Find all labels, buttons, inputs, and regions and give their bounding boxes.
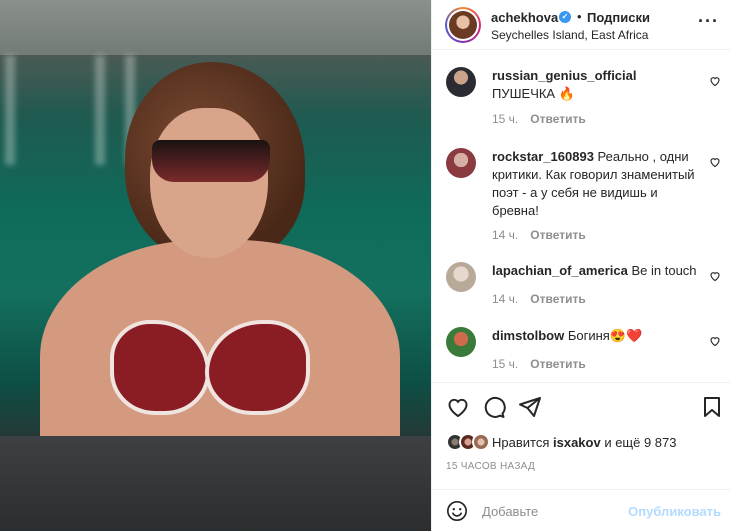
verified-badge-icon: ✓ [559, 11, 571, 23]
comment-text: Be in touch [631, 263, 697, 278]
likes-summary[interactable]: Нравится isxakov и ещё 9 873 [446, 432, 726, 452]
post-header: achekhova ✓ • Подписки Seychelles Island… [432, 0, 730, 50]
commenter-avatar[interactable] [446, 327, 476, 357]
face [150, 108, 268, 258]
reply-button[interactable]: Ответить [530, 228, 585, 242]
following-button[interactable]: Подписки [587, 10, 650, 25]
reply-button[interactable]: Ответить [530, 292, 585, 306]
share-icon[interactable] [518, 395, 542, 419]
post-photo[interactable] [0, 0, 431, 531]
like-comment-icon[interactable] [709, 270, 721, 282]
like-comment-icon[interactable] [709, 75, 721, 87]
publish-button[interactable]: Опубликовать [628, 504, 721, 519]
author-avatar[interactable] [445, 7, 481, 43]
add-comment-bar: Опубликовать [432, 489, 730, 531]
emoji-icon[interactable] [446, 500, 468, 522]
comment-time[interactable]: 15 ч. [492, 112, 518, 126]
sunglasses [152, 140, 270, 182]
liker-avatar [472, 433, 490, 451]
comment-time[interactable]: 15 ч. [492, 357, 518, 371]
like-comment-icon[interactable] [709, 335, 721, 347]
comment-icon[interactable] [482, 395, 506, 419]
comment-time[interactable]: 14 ч. [492, 228, 518, 242]
pool-ledge [0, 436, 431, 531]
pool-deck [0, 0, 431, 55]
comment-input[interactable] [482, 498, 622, 524]
likes-count[interactable]: и ещё 9 873 [604, 435, 676, 450]
commenter-avatar[interactable] [446, 148, 476, 178]
comment-username[interactable]: russian_genius_official [492, 68, 637, 83]
likes-user[interactable]: isxakov [553, 435, 601, 450]
like-comment-icon[interactable] [709, 156, 721, 168]
post-location[interactable]: Seychelles Island, East Africa [491, 28, 648, 42]
post-actions-bar [432, 382, 730, 432]
like-heart-icon[interactable] [446, 395, 470, 419]
comment-username[interactable]: dimstolbow [492, 328, 564, 343]
separator-dot: • [577, 9, 582, 24]
bookmark-icon[interactable] [700, 395, 724, 419]
comment-text: Богиня😍❤️ [567, 328, 643, 343]
comment-time[interactable]: 14 ч. [492, 292, 518, 306]
comment-username[interactable]: lapachian_of_america [492, 263, 628, 278]
commenter-avatar[interactable] [446, 262, 476, 292]
water-reflection [95, 55, 105, 165]
more-options-icon[interactable]: ··· [698, 12, 719, 30]
comments-list[interactable]: russian_genius_official ПУШЕЧКА 🔥 15 ч. О… [432, 51, 730, 381]
post-side-panel: achekhova ✓ • Подписки Seychelles Island… [431, 0, 730, 531]
likes-prefix: Нравится [492, 435, 550, 450]
reply-button[interactable]: Ответить [530, 357, 585, 371]
commenter-avatar[interactable] [446, 67, 476, 97]
water-reflection [5, 55, 15, 165]
comment-text: ПУШЕЧКА 🔥 [492, 86, 575, 101]
post-time[interactable]: 15 ЧАСОВ НАЗАД [446, 461, 535, 472]
comment-username[interactable]: rockstar_160893 [492, 149, 594, 164]
reply-button[interactable]: Ответить [530, 112, 585, 126]
author-username[interactable]: achekhova [491, 10, 558, 25]
